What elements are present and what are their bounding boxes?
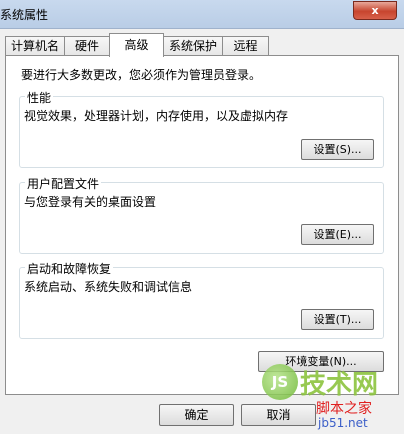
window-title: 系统属性 [0, 8, 49, 22]
watermark-subtitle: 脚本之家 [316, 401, 372, 417]
tab-computer-name[interactable]: 计算机名 [5, 36, 65, 56]
title-bar: 系统属性 x [0, 0, 404, 29]
startup-recovery-settings-button[interactable]: 设置(T)... [301, 309, 374, 330]
performance-label: 性能 [25, 89, 54, 106]
performance-group: 性能 视觉效果，处理器计划，内存使用，以及虚拟内存 设置(S)... [19, 89, 384, 168]
close-icon: x [371, 4, 379, 17]
tab-hardware[interactable]: 硬件 [64, 36, 110, 56]
tab-advanced[interactable]: 高级 [109, 33, 164, 57]
ok-button[interactable]: 确定 [159, 404, 234, 426]
performance-description: 视觉效果，处理器计划，内存使用，以及虚拟内存 [24, 109, 289, 123]
close-button[interactable]: x [353, 1, 397, 20]
performance-settings-button[interactable]: 设置(S)... [301, 139, 374, 160]
user-profiles-settings-button[interactable]: 设置(E)... [301, 224, 374, 245]
startup-recovery-label: 启动和故障恢复 [25, 260, 114, 277]
user-profiles-label: 用户配置文件 [25, 175, 102, 192]
startup-recovery-group: 启动和故障恢复 系统启动、系统失败和调试信息 设置(T)... [19, 260, 384, 339]
tab-remote[interactable]: 远程 [222, 36, 269, 56]
startup-recovery-description: 系统启动、系统失败和调试信息 [24, 280, 193, 294]
environment-variables-button[interactable]: 环境变量(N)... [258, 351, 384, 372]
watermark-url: jb51.net [318, 416, 368, 430]
advanced-panel: 要进行大多数更改，您必须作为管理员登录。 性能 视觉效果，处理器计划，内存使用，… [5, 55, 399, 395]
user-profiles-group: 用户配置文件 与您登录有关的桌面设置 设置(E)... [19, 175, 384, 254]
tab-system-protection[interactable]: 系统保护 [163, 36, 223, 56]
cancel-button[interactable]: 取消 [241, 404, 316, 426]
admin-notice: 要进行大多数更改，您必须作为管理员登录。 [21, 68, 262, 82]
user-profiles-description: 与您登录有关的桌面设置 [24, 195, 157, 209]
